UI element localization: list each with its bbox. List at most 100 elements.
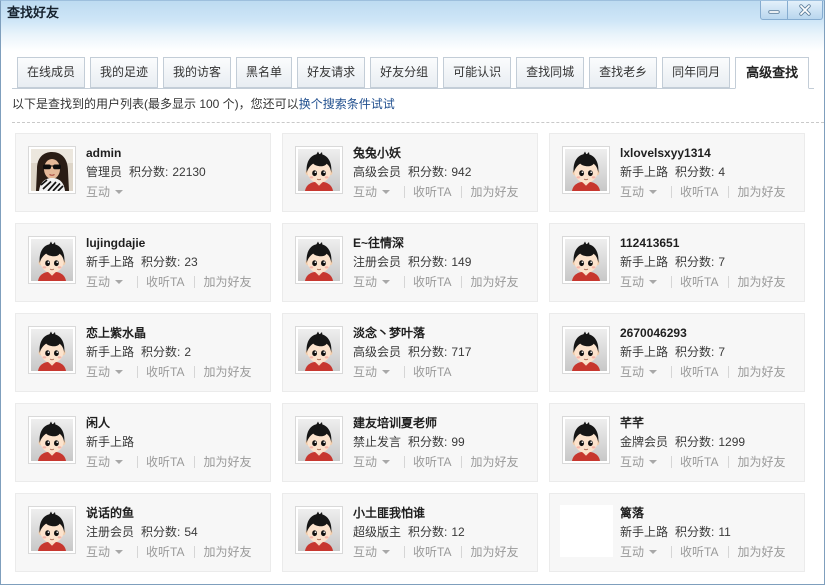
user-name-link[interactable]: 恋上紫水晶 [86,324,264,342]
interact-dropdown-label: 互动 [620,275,645,289]
follow-link[interactable]: 收听TA [404,186,451,198]
user-actions: 互动 收听TA 加为好友 [620,542,798,562]
follow-link[interactable]: 收听TA [671,546,718,558]
follow-link[interactable]: 收听TA [137,366,184,378]
add-friend-link[interactable]: 加为好友 [728,546,785,558]
interact-dropdown[interactable]: 互动 [86,276,124,288]
add-friend-link[interactable]: 加为好友 [194,456,251,468]
user-avatar[interactable] [295,236,343,284]
tab-blacklist[interactable]: 黑名单 [236,57,293,88]
tab-friend-groups[interactable]: 好友分组 [370,57,439,88]
user-avatar[interactable] [562,416,610,464]
follow-link[interactable]: 收听TA [671,276,718,288]
user-avatar[interactable] [562,146,610,194]
user-info: 兔兔小妖 高级会员 积分数: 942 互动 收听TA 加为好友 [353,144,531,202]
interact-dropdown[interactable]: 互动 [86,366,124,378]
follow-link[interactable]: 收听TA [404,456,451,468]
interact-dropdown[interactable]: 互动 [620,456,658,468]
interact-dropdown[interactable]: 互动 [620,185,658,199]
interact-dropdown-label: 互动 [353,275,378,289]
follow-link[interactable]: 收听TA [404,546,451,558]
tab-advanced-search[interactable]: 高级查找 [735,57,810,89]
user-name-link[interactable]: 建友培训夏老师 [353,414,531,432]
user-avatar[interactable] [295,146,343,194]
interact-dropdown-label: 互动 [620,185,645,199]
follow-link[interactable]: 收听TA [404,276,451,288]
add-friend-link[interactable]: 加为好友 [461,276,518,288]
tab-online-members[interactable]: 在线成员 [17,57,86,88]
default-avatar-graphic [565,329,607,371]
add-friend-link[interactable]: 加为好友 [194,546,251,558]
user-avatar[interactable] [295,326,343,374]
user-avatar[interactable] [560,505,613,557]
interact-dropdown[interactable]: 互动 [353,546,391,558]
tab-same-birth-month[interactable]: 同年同月 [662,57,731,88]
interact-dropdown[interactable]: 互动 [353,275,391,289]
user-avatar[interactable] [28,326,76,374]
user-name-link[interactable]: lujingdajie [86,234,264,252]
follow-link[interactable]: 收听TA [404,366,451,378]
follow-link[interactable]: 收听TA [671,366,718,378]
score-value: 7 [718,345,726,359]
minimize-button[interactable] [760,1,788,20]
user-avatar[interactable] [295,506,343,554]
tab-friend-requests[interactable]: 好友请求 [297,57,366,88]
user-name-link[interactable]: E~往情深 [353,234,531,252]
tab-find-hometown[interactable]: 查找老乡 [589,57,658,88]
tab-my-footprints[interactable]: 我的足迹 [90,57,159,88]
add-friend-link[interactable]: 加为好友 [461,186,518,198]
add-friend-link[interactable]: 加为好友 [728,456,785,468]
add-friend-link[interactable]: 加为好友 [461,546,518,558]
tab-my-visitors[interactable]: 我的访客 [163,57,232,88]
user-avatar[interactable] [295,416,343,464]
interact-dropdown[interactable]: 互动 [620,366,658,378]
user-avatar[interactable] [28,146,76,194]
user-name-link[interactable]: 芊芊 [620,414,798,432]
interact-dropdown[interactable]: 互动 [620,275,658,289]
user-name-link[interactable]: 112413651 [620,234,798,252]
interact-dropdown[interactable]: 互动 [86,546,124,558]
add-friend-link[interactable]: 加为好友 [728,186,785,198]
user-name-link[interactable]: 兔兔小妖 [353,144,531,162]
user-name-link[interactable]: admin [86,144,264,162]
interact-dropdown[interactable]: 互动 [353,186,391,198]
user-name-link[interactable]: 说话的鱼 [86,504,264,522]
follow-link[interactable]: 收听TA [671,186,718,198]
add-friend-link[interactable]: 加为好友 [461,456,518,468]
user-name-link[interactable]: 篱落 [620,504,798,522]
change-search-link[interactable]: 换个搜索条件试试 [299,97,395,111]
follow-link[interactable]: 收听TA [137,456,184,468]
interact-dropdown[interactable]: 互动 [353,366,391,378]
interact-dropdown[interactable]: 互动 [86,456,124,468]
interact-dropdown[interactable]: 互动 [353,456,391,468]
interact-dropdown[interactable]: 互动 [620,546,658,558]
follow-link[interactable]: 收听TA [137,276,184,288]
add-friend-link[interactable]: 加为好友 [728,366,785,378]
add-friend-link[interactable]: 加为好友 [728,276,785,288]
add-friend-link-label: 加为好友 [470,275,519,289]
user-name-link[interactable]: 淡念丶梦叶落 [353,324,531,342]
tab-find-same-city[interactable]: 查找同城 [516,57,585,88]
interact-dropdown[interactable]: 互动 [86,186,124,198]
user-name-link[interactable]: lxlovelsxyy1314 [620,144,798,162]
user-avatar[interactable] [28,416,76,464]
follow-link[interactable]: 收听TA [671,456,718,468]
user-group: 新手上路 [620,255,669,269]
user-avatar[interactable] [562,236,610,284]
user-group: 高级会员 [353,345,402,359]
user-card: 篱落 新手上路 积分数: 11 互动 收听TA 加为好友 [549,493,805,572]
user-name-link[interactable]: 小土匪我怕谁 [353,504,531,522]
user-name-link[interactable]: 2670046293 [620,324,798,342]
user-name-link[interactable]: 闲人 [86,414,264,432]
add-friend-link[interactable]: 加为好友 [194,366,251,378]
default-avatar-graphic [565,149,607,191]
tab-people-you-may-know[interactable]: 可能认识 [443,57,512,88]
close-button[interactable] [788,1,823,20]
follow-link-label: 收听TA [413,275,452,289]
user-avatar[interactable] [562,326,610,374]
user-avatar[interactable] [28,236,76,284]
follow-link[interactable]: 收听TA [137,546,184,558]
user-avatar[interactable] [28,506,76,554]
default-avatar-image [298,329,340,371]
add-friend-link[interactable]: 加为好友 [194,276,251,288]
